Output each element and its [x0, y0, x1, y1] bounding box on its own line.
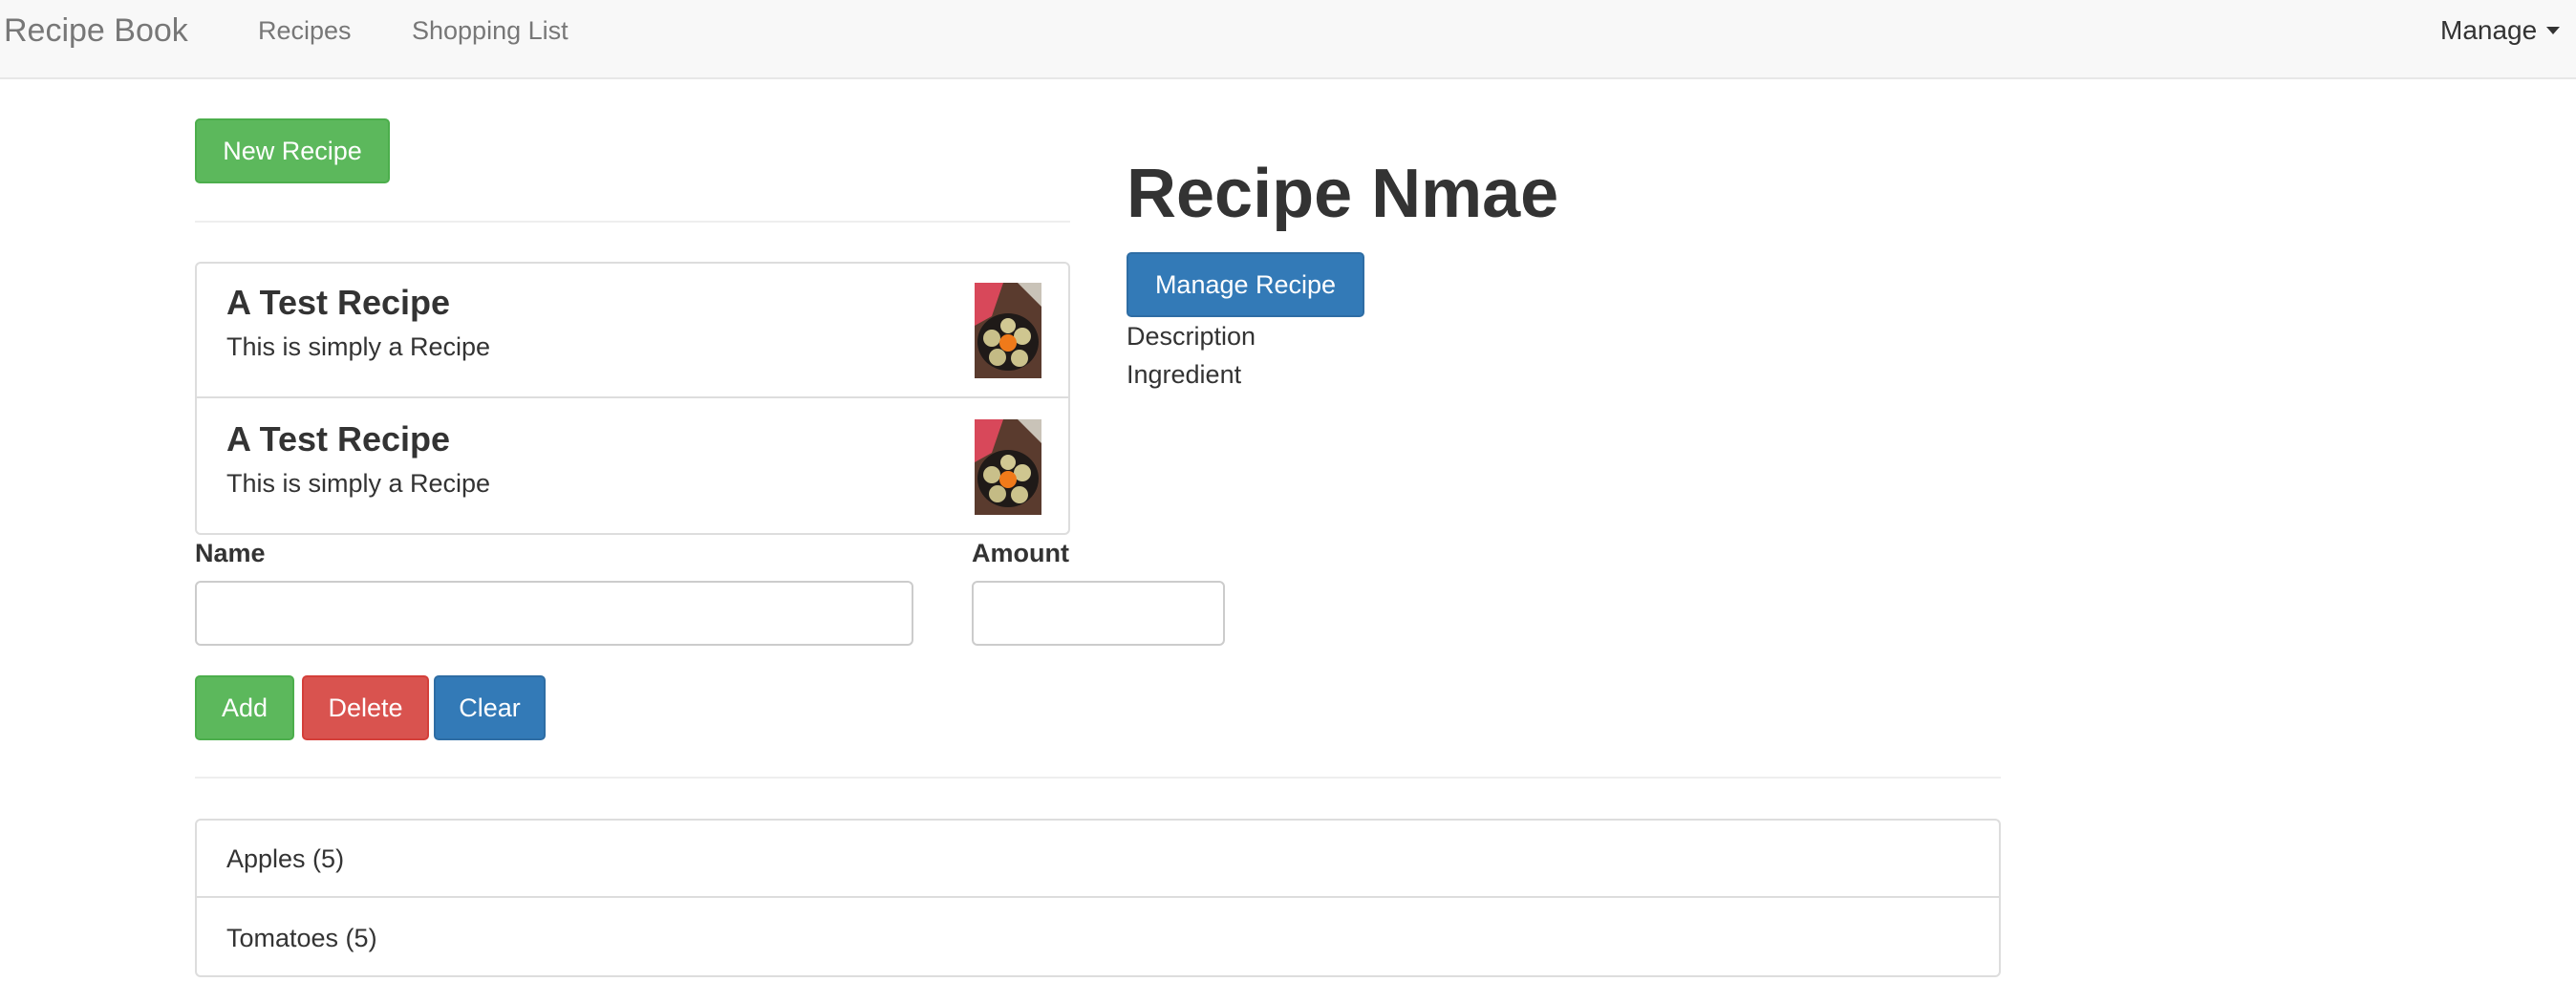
recipe-image	[975, 419, 1041, 515]
amount-label: Amount	[972, 539, 1069, 567]
recipe-list-item[interactable]: A Test Recipe This is simply a Recipe	[197, 264, 1068, 398]
nav-link-shopping-list[interactable]: Shopping List	[412, 0, 569, 61]
name-input[interactable]	[195, 581, 913, 646]
amount-input[interactable]	[972, 581, 1225, 646]
recipe-photo-image	[975, 419, 1041, 515]
recipe-title: A Test Recipe	[226, 419, 451, 459]
recipe-description: This is simply a Recipe	[226, 332, 491, 361]
recipe-detail-title: Recipe Nmae	[1127, 156, 1559, 232]
manage-dropdown-label: Manage	[2440, 15, 2538, 45]
recipe-detail-ingredient: Ingredient	[1127, 360, 1242, 389]
recipe-description: This is simply a Recipe	[226, 469, 491, 498]
navbar: Recipe Book Recipes Shopping List Manage	[0, 0, 2576, 79]
recipe-image	[975, 283, 1041, 378]
recipe-list-item[interactable]: A Test Recipe This is simply a Recipe	[197, 400, 1068, 535]
add-button[interactable]: Add	[195, 675, 294, 740]
shopping-list-item[interactable]: Apples (5)	[197, 821, 1999, 898]
manage-dropdown[interactable]: Manage	[2440, 0, 2561, 61]
new-recipe-button[interactable]: New Recipe	[195, 118, 390, 183]
divider	[195, 221, 1070, 223]
recipe-title: A Test Recipe	[226, 283, 451, 322]
clear-button[interactable]: Clear	[434, 675, 546, 740]
nav-link-recipes[interactable]: Recipes	[258, 0, 352, 61]
brand-link[interactable]: Recipe Book	[4, 0, 188, 61]
name-label: Name	[195, 539, 266, 567]
shopping-list: Apples (5) Tomatoes (5)	[195, 819, 2001, 977]
shopping-list-item[interactable]: Tomatoes (5)	[197, 900, 1999, 977]
delete-button[interactable]: Delete	[302, 675, 429, 740]
caret-down-icon	[2546, 26, 2561, 34]
recipe-photo-image	[975, 283, 1041, 378]
manage-recipe-button[interactable]: Manage Recipe	[1127, 252, 1364, 317]
divider	[195, 777, 2001, 779]
recipe-list: A Test Recipe This is simply a Recipe A …	[195, 262, 1070, 535]
recipe-detail-description: Description	[1127, 322, 1256, 351]
